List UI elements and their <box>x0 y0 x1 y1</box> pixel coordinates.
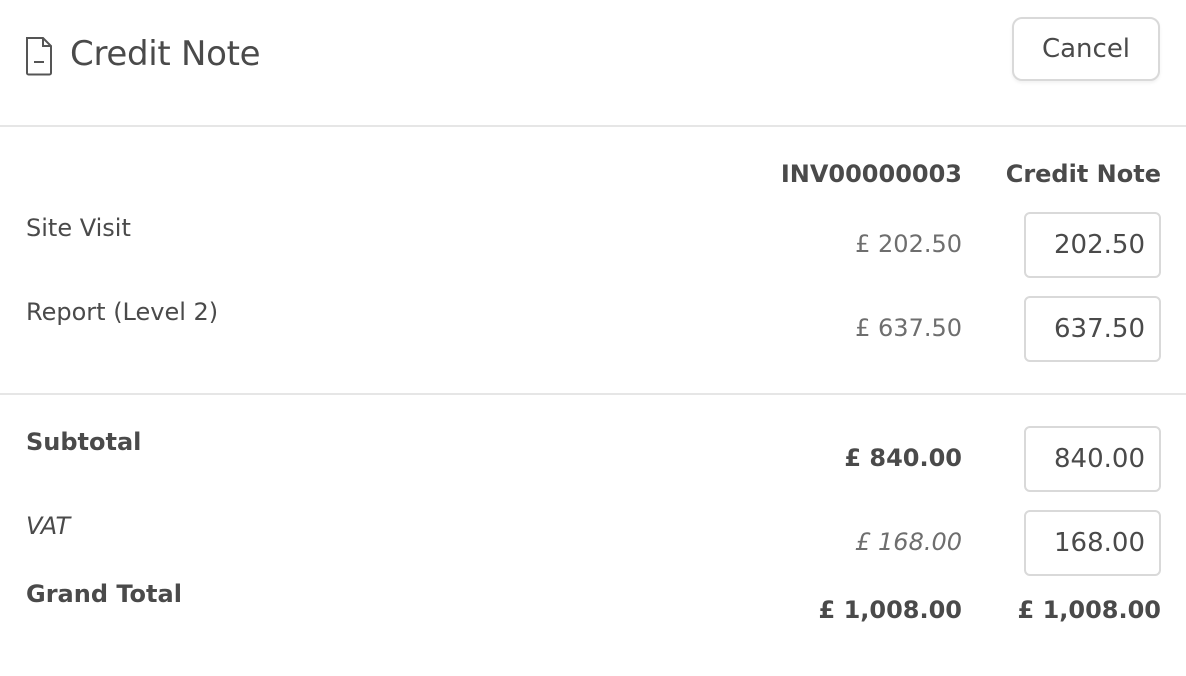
subtotal-label: Subtotal <box>26 428 142 456</box>
line-item-credit-input[interactable] <box>1024 212 1161 278</box>
dialog-title: Credit Note <box>70 34 261 74</box>
credit-note-dialog: Credit Note Cancel INV00000003 Credit No… <box>0 0 1186 676</box>
vat-label: VAT <box>26 512 71 540</box>
line-item-invoice-amount: £ 637.50 <box>855 314 962 342</box>
invoice-column-header: INV00000003 <box>780 160 962 188</box>
document-icon <box>26 37 52 76</box>
grand-total-invoice-amount: £ 1,008.00 <box>818 596 962 624</box>
credit-note-column-header: Credit Note <box>1005 160 1161 188</box>
subtotal-invoice-amount: £ 840.00 <box>844 444 962 472</box>
dialog-header: Credit Note Cancel <box>0 0 1186 127</box>
line-item-credit-input[interactable] <box>1024 296 1161 362</box>
cancel-button[interactable]: Cancel <box>1012 17 1160 81</box>
vat-invoice-amount: £ 168.00 <box>855 528 962 556</box>
grand-total-label: Grand Total <box>26 580 182 608</box>
line-item-invoice-amount: £ 202.50 <box>855 230 962 258</box>
grand-total-credit-amount: £ 1,008.00 <box>1017 596 1161 624</box>
subtotal-credit-input[interactable] <box>1024 426 1161 492</box>
line-item-label: Site Visit <box>26 214 131 242</box>
line-item-label: Report (Level 2) <box>26 298 219 326</box>
section-divider <box>0 393 1186 395</box>
vat-credit-input[interactable] <box>1024 510 1161 576</box>
